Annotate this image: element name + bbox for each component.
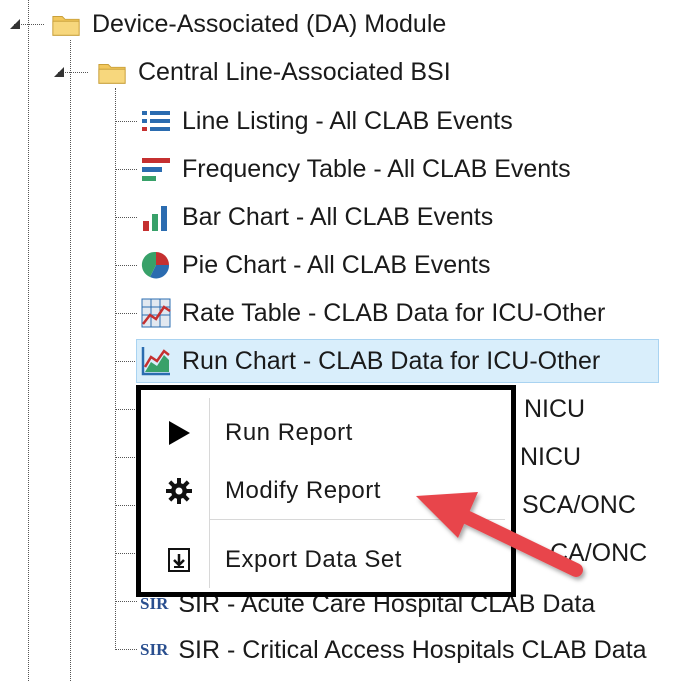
report-item[interactable]: Pie Chart - All CLAB Events	[140, 245, 490, 285]
report-item[interactable]: SIR SIR - Critical Access Hospitals CLAB…	[140, 630, 647, 670]
report-label: Rate Table - CLAB Data for ICU-Other	[182, 299, 606, 327]
export-icon	[168, 548, 190, 572]
menu-item-label: Run Report	[225, 419, 353, 446]
obscured-report-label: NICU	[524, 395, 586, 423]
module-label: Device-Associated (DA) Module	[92, 10, 447, 38]
report-label: Run Chart - CLAB Data for ICU-Other	[182, 347, 601, 375]
frequency-table-icon	[142, 158, 170, 181]
obscured-report-label: NICU	[520, 443, 582, 471]
folder-icon	[98, 64, 126, 84]
play-icon	[169, 421, 190, 445]
rate-table-icon	[141, 298, 171, 328]
line-listing-icon	[142, 111, 170, 131]
report-label: SIR - Critical Access Hospitals CLAB Dat…	[178, 636, 647, 664]
tree-node-clabsi[interactable]: Central Line-Associated BSI	[96, 52, 451, 92]
bar-chart-icon	[143, 206, 167, 231]
sir-badge-icon: SIR	[140, 594, 169, 613]
annotation-arrow-icon	[416, 492, 583, 577]
pie-chart-icon	[141, 251, 170, 279]
sir-badge-icon: SIR	[140, 640, 169, 659]
report-item-selected[interactable]: Run Chart - CLAB Data for ICU-Other	[140, 341, 600, 381]
report-label: Bar Chart - All CLAB Events	[182, 203, 494, 231]
gear-icon	[166, 478, 192, 504]
report-label: Pie Chart - All CLAB Events	[182, 251, 491, 279]
folder-icon	[52, 16, 80, 36]
report-item[interactable]: Frequency Table - All CLAB Events	[140, 149, 571, 189]
report-label: Line Listing - All CLAB Events	[182, 107, 513, 135]
report-item[interactable]: Rate Table - CLAB Data for ICU-Other	[140, 293, 605, 333]
menu-item-label: Export Data Set	[225, 546, 402, 573]
collapse-arrow-icon[interactable]	[8, 17, 22, 36]
collapse-arrow-icon[interactable]	[52, 65, 66, 84]
report-item[interactable]: Bar Chart - All CLAB Events	[140, 197, 493, 237]
report-label: Frequency Table - All CLAB Events	[182, 155, 571, 183]
tree-node-da-module[interactable]: Device-Associated (DA) Module	[50, 4, 446, 44]
menu-item-label: Modify Report	[225, 477, 381, 504]
report-item[interactable]: Line Listing - All CLAB Events	[140, 101, 513, 141]
run-chart-icon	[141, 347, 170, 376]
folder-label: Central Line-Associated BSI	[138, 58, 451, 86]
menu-item-run-report[interactable]: Run Report	[141, 404, 511, 462]
